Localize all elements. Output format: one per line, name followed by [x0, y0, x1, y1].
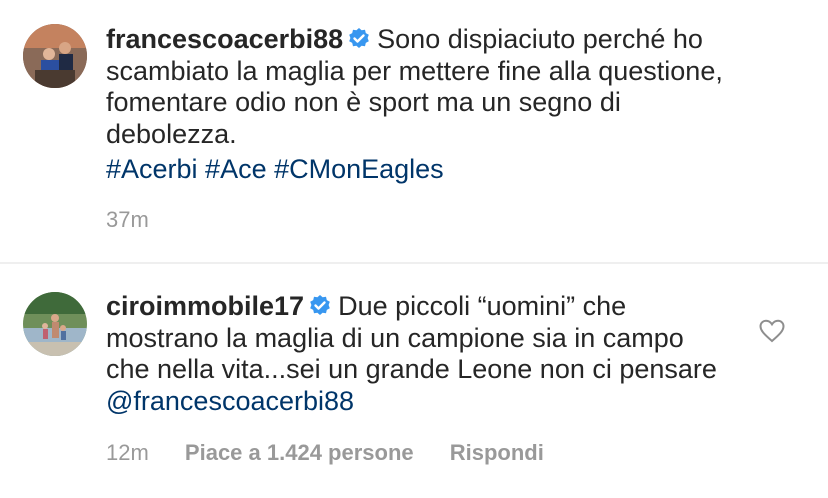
heart-icon[interactable] — [759, 319, 785, 343]
verified-badge-icon — [349, 28, 369, 48]
comment-body: francescoacerbi88 Sono dispiaciuto perché… — [106, 24, 726, 186]
comment-meta: 37m — [106, 207, 179, 233]
avatar[interactable] — [23, 292, 87, 356]
timestamp: 12m — [106, 440, 149, 465]
comment-1: francescoacerbi88 Sono dispiaciuto perché… — [0, 0, 828, 262]
comment-2: ciroimmobile17 Due piccoli “uomini” che m… — [0, 264, 828, 498]
mention-link[interactable]: @francescoacerbi88 — [106, 386, 354, 416]
comment-body: ciroimmobile17 Due piccoli “uomini” che m… — [106, 291, 726, 417]
verified-badge-icon — [310, 295, 330, 315]
username[interactable]: ciroimmobile17 — [106, 291, 304, 321]
likes-count[interactable]: Piace a 1.424 persone — [185, 440, 414, 465]
comment-meta: 12m Piace a 1.424 persone Rispondi — [106, 440, 574, 466]
username[interactable]: francescoacerbi88 — [106, 24, 343, 54]
avatar[interactable] — [23, 24, 87, 88]
reply-button[interactable]: Rispondi — [450, 440, 544, 465]
hashtags[interactable]: #Acerbi #Ace #CMonEagles — [106, 154, 726, 186]
timestamp: 37m — [106, 207, 149, 232]
